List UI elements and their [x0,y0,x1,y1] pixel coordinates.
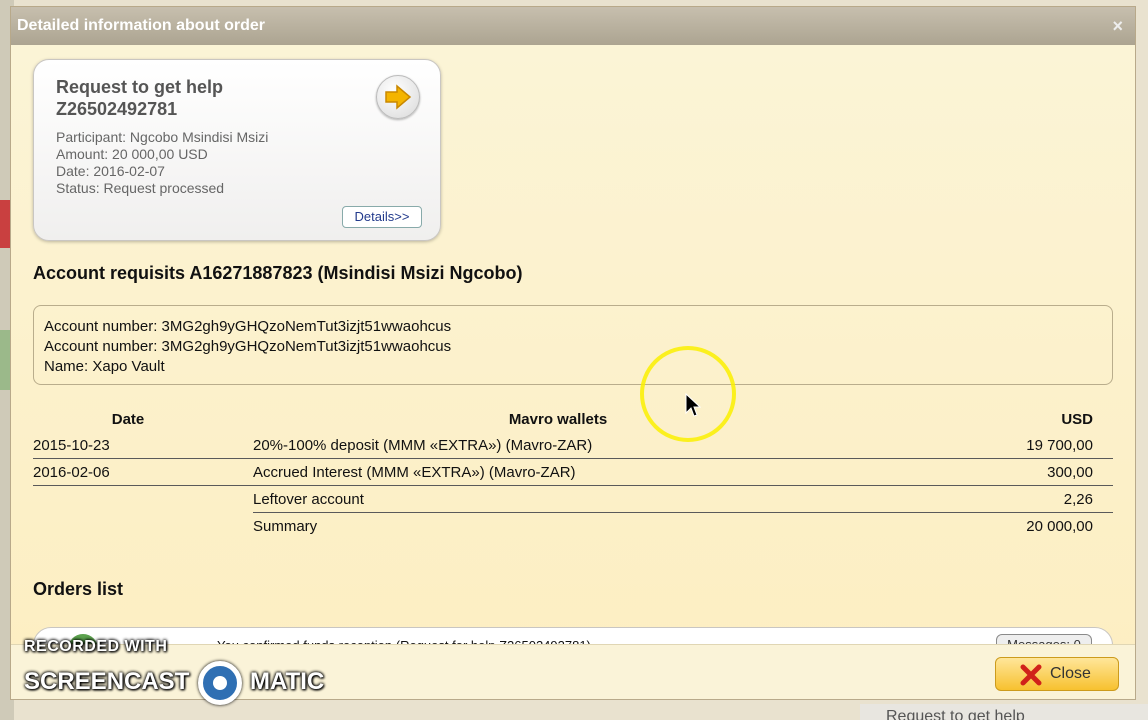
mouse-cursor-icon [685,393,701,417]
details-button[interactable]: Details>> [342,206,422,228]
row-usd: 19 700,00 [943,432,1113,459]
dialog-close-icon[interactable]: × [1112,7,1123,45]
account-number-2: Account number: 3MG2gh9yGHQzoNemTut3izjt… [44,338,452,355]
request-id: Z26502492781 [56,99,178,119]
watermark-top-text: RECORDED WITH [24,638,168,655]
orders-heading: Orders list [33,579,124,599]
request-card: Request to get help Z26502492781 Partici… [33,59,441,241]
arrow-right-icon[interactable] [376,75,420,119]
wallets-table: Date Mavro wallets USD 2015-10-23 20%-10… [33,406,1113,539]
leftover-row: Leftover account 2,26 [33,485,1113,513]
dialog-title: Detailed information about order [17,17,266,34]
dialog-content: Request to get help Z26502492781 Partici… [11,45,1135,699]
request-status: Status: Request processed [56,180,225,196]
request-date: Date: 2016-02-07 [56,163,165,179]
row-wallet: 20%-100% deposit (MMM «EXTRA») (Mavro-ZA… [253,432,943,459]
account-number-1: Account number: 3MG2gh9yGHQzoNemTut3izjt… [44,318,452,335]
close-button[interactable]: Close [995,657,1119,691]
leftover-value: 2,26 [943,485,1113,513]
close-button-label: Close [1050,665,1091,682]
watermark-right-text: MATIC [250,668,325,695]
watermark-left-text: SCREENCAST [24,668,190,695]
request-amount: Amount: 20 000,00 USD [56,146,208,162]
account-name: Name: Xapo Vault [44,358,165,375]
table-row: 2015-10-23 20%-100% deposit (MMM «EXTRA»… [33,432,1113,459]
summary-label: Summary [253,517,318,535]
row-date: 2015-10-23 [33,432,253,459]
close-x-icon [1020,664,1042,686]
row-wallet: Accrued Interest (MMM «EXTRA») (Mavro-ZA… [253,458,943,486]
summary-value: 20 000,00 [1026,517,1093,535]
request-title-line1: Request to get help [56,77,224,97]
leftover-label: Leftover account [253,485,943,513]
request-title: Request to get help Z26502492781 [56,76,223,120]
account-box: Account number: 3MG2gh9yGHQzoNemTut3izjt… [33,305,1113,385]
summary-row: Summary 20 000,00 [33,513,1113,540]
background-request-link: Request to get help [860,704,1148,720]
account-heading: Account requisits A16271887823 (Msindisi… [33,263,523,283]
table-row: 2016-02-06 Accrued Interest (MMM «EXTRA»… [33,458,1113,486]
dialog-titlebar: Detailed information about order × [11,7,1135,45]
row-usd: 300,00 [943,458,1113,486]
request-participant: Participant: Ngcobo Msindisi Msizi [56,129,269,145]
col-header-usd: USD [1061,410,1093,428]
col-header-wallet: Mavro wallets [508,410,608,428]
screencast-watermark: RECORDED WITH SCREENCAST MATIC [24,636,354,708]
col-header-date: Date [111,410,145,428]
row-date: 2016-02-06 [33,458,253,486]
order-detail-dialog: Detailed information about order × Reque… [10,6,1136,700]
screencast-logo-icon [198,661,242,705]
request-details: Participant: Ngcobo Msindisi Msizi Amoun… [56,129,268,197]
wallets-header-row: Date Mavro wallets USD [33,406,1113,432]
